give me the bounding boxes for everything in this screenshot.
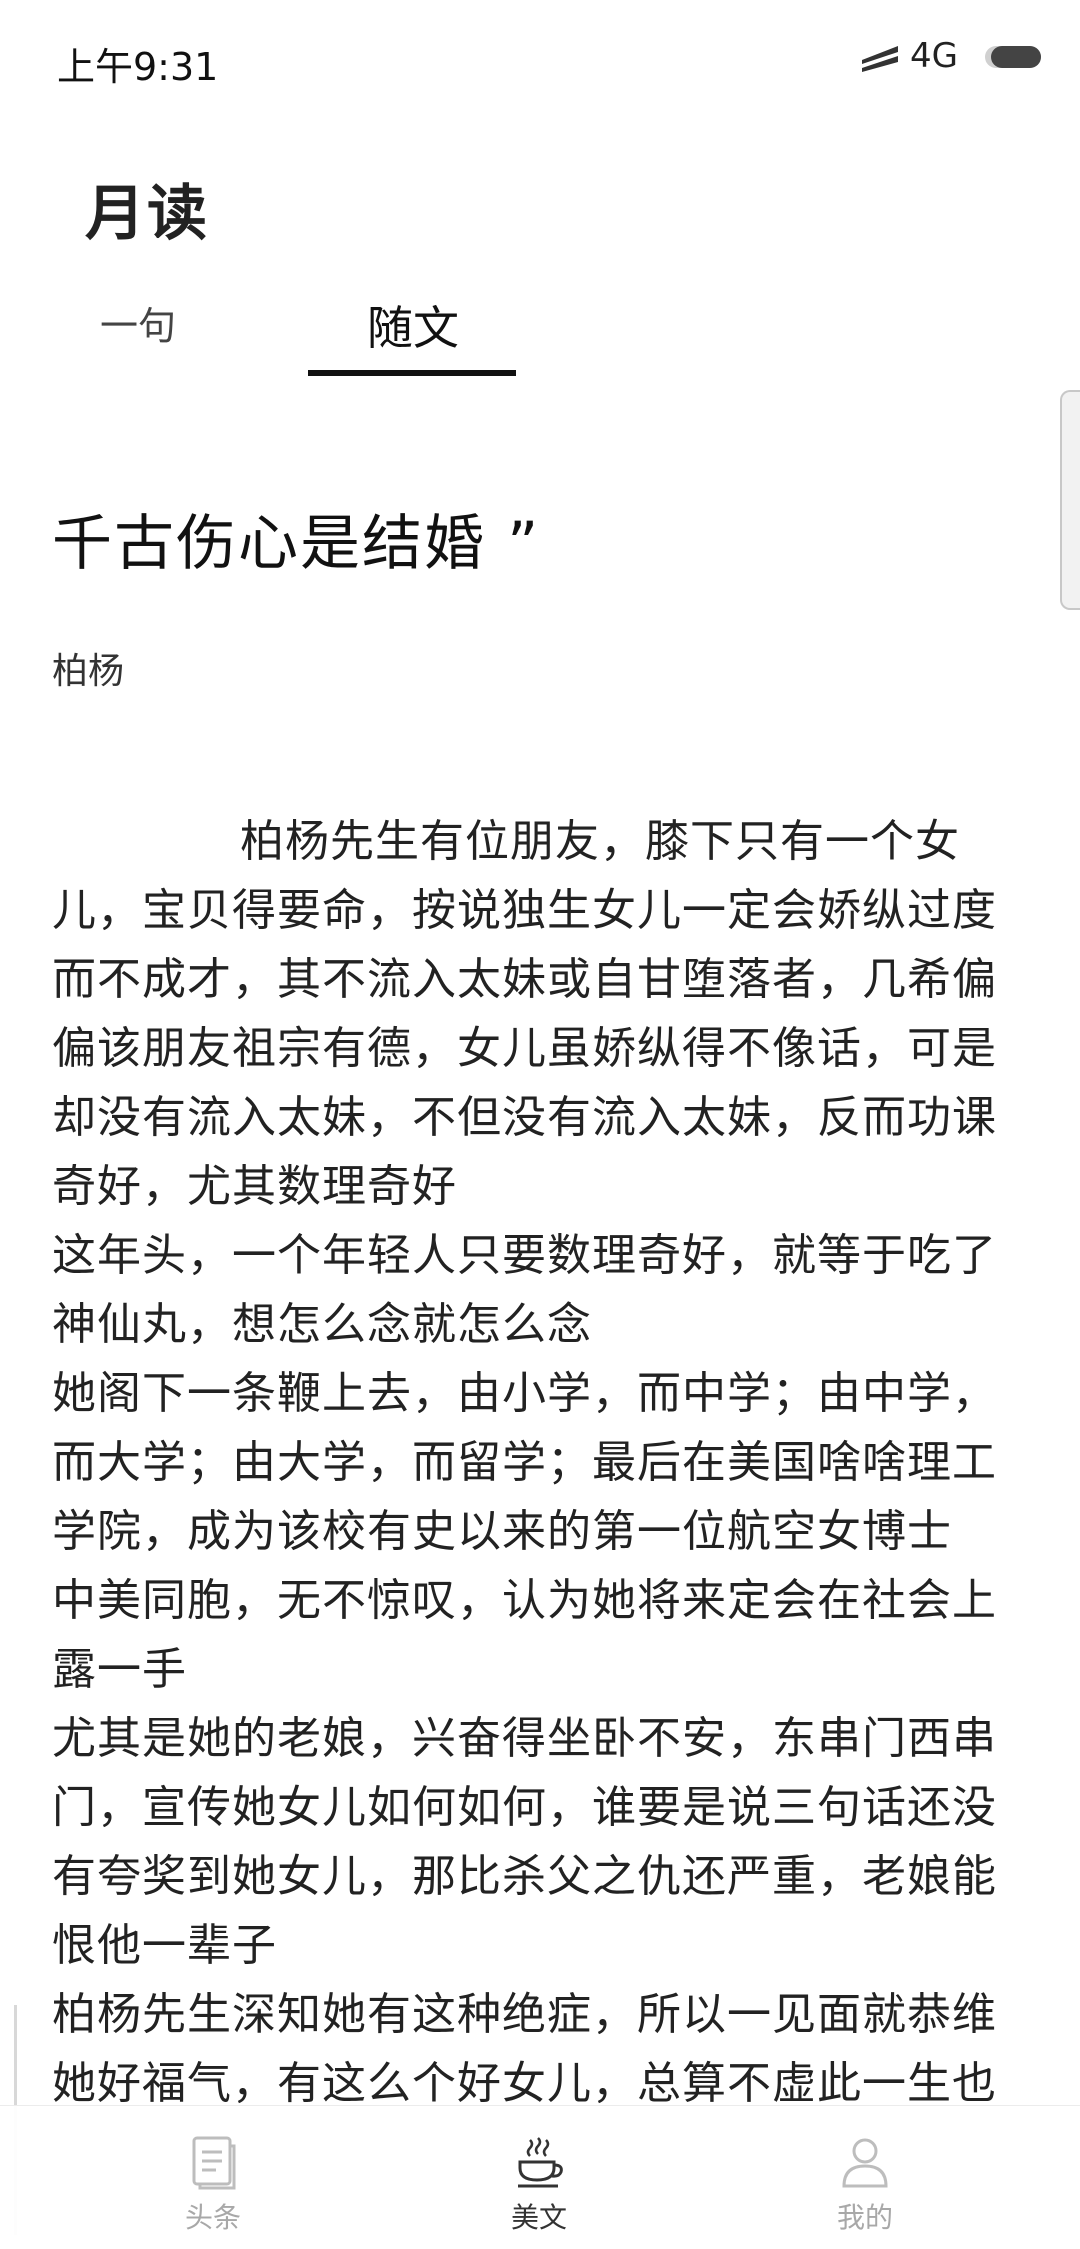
tab-sentence[interactable]: 一句 <box>100 295 176 350</box>
article-paragraph: 柏杨先生深知她有这种绝症，所以一见面就恭维她好福气，有这么个好女儿，总算不虚此一… <box>52 1989 997 2109</box>
article-author: 柏杨 <box>52 651 125 692</box>
coffee-cup-icon <box>518 2137 563 2188</box>
nav-item-profile[interactable]: 我的 <box>765 2106 965 2249</box>
person-icon <box>842 2138 888 2188</box>
nav-item-essays[interactable]: 美文 <box>439 2106 639 2249</box>
scrollbar-handle[interactable] <box>1060 390 1080 610</box>
nav-label-profile: 我的 <box>836 2201 893 2234</box>
article-paragraph: 她阁下一条鞭上去，由小学，而中学；由中学，而大学；由大学，而留学；最后在美国啥啥… <box>52 1368 997 1557</box>
bottom-nav: 头条 美文 我的 <box>0 2105 1080 2249</box>
tab-essay[interactable]: 随文 <box>367 292 459 358</box>
signal-icon <box>862 46 898 72</box>
nav-label-essays: 美文 <box>510 2201 567 2234</box>
article-paragraph: 柏杨先生有位朋友，膝下只有一个女儿，宝贝得要命，按说独生女儿一定会娇纵过度而不成… <box>52 816 997 1212</box>
page-title: 月读 <box>85 179 209 249</box>
status-bar: 上午9:31 4G <box>0 0 1080 120</box>
document-icon <box>192 2136 236 2190</box>
active-tab-indicator <box>308 370 516 376</box>
nav-label-headlines: 头条 <box>184 2201 241 2234</box>
article-paragraph: 这年头，一个年轻人只要数理奇好，就等于吃了神仙丸，想怎么念就怎么念 <box>52 1230 997 1350</box>
article-body: 柏杨先生有位朋友，膝下只有一个女儿，宝贝得要命，按说独生女儿一定会娇纵过度而不成… <box>52 807 1032 2118</box>
status-time: 上午9:31 <box>57 45 219 89</box>
article-paragraph: 中美同胞，无不惊叹，认为她将来定会在社会上露一手 <box>52 1575 997 1695</box>
article-title: 千古伤心是结婚 ” <box>52 509 541 579</box>
nav-item-headlines[interactable]: 头条 <box>113 2106 313 2249</box>
article-paragraph: 尤其是她的老娘，兴奋得坐卧不安，东串门西串门，宣传她女儿如何如何，谁要是说三句话… <box>52 1713 997 1971</box>
network-type-label: 4G <box>910 36 958 76</box>
battery-icon <box>985 46 1041 68</box>
